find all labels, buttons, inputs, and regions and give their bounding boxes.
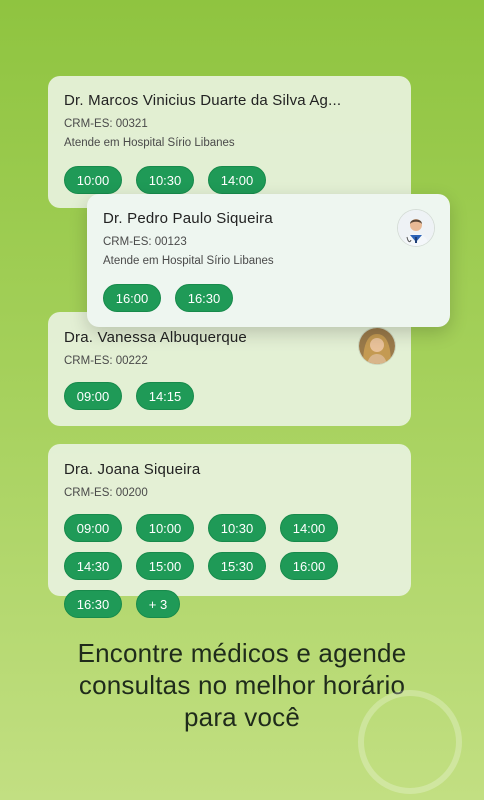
doctor-name: Dr. Marcos Vinicius Duarte da Silva Ag..…: [64, 92, 342, 109]
time-slot-button[interactable]: 15:30: [208, 552, 266, 580]
decorative-ring: [358, 690, 462, 794]
time-slots: 16:00 16:30: [103, 284, 233, 312]
doctor-card[interactable]: Dra. Vanessa Albuquerque CRM-ES: 00222 0…: [48, 312, 411, 426]
time-slot-button[interactable]: 10:30: [136, 166, 194, 194]
time-slot-button[interactable]: 16:00: [103, 284, 161, 312]
doctor-crm: CRM-ES: 00123: [103, 236, 187, 248]
time-slot-button[interactable]: 09:00: [64, 514, 122, 542]
doctor-name: Dra. Joana Siqueira: [64, 461, 201, 478]
time-slots: 09:00 10:00 10:30 14:00 14:30 15:00 15:3…: [64, 514, 404, 618]
time-slot-button[interactable]: 16:30: [175, 284, 233, 312]
more-slots-button[interactable]: + 3: [136, 590, 180, 618]
doctor-card[interactable]: Dra. Joana Siqueira CRM-ES: 00200 09:00 …: [48, 444, 411, 618]
time-slot-button[interactable]: 15:00: [136, 552, 194, 580]
doctor-card[interactable]: Dr. Marcos Vinicius Duarte da Silva Ag..…: [48, 76, 411, 208]
time-slot-button[interactable]: 14:00: [280, 514, 338, 542]
doctor-avatar: [398, 210, 434, 246]
doctor-crm: CRM-ES: 00222: [64, 355, 148, 367]
tagline-line: Encontre médicos e agende: [77, 638, 407, 668]
time-slot-button[interactable]: 14:15: [136, 382, 194, 410]
time-slot-button[interactable]: 14:30: [64, 552, 122, 580]
doctor-crm: CRM-ES: 00200: [64, 487, 148, 499]
time-slot-button[interactable]: 10:30: [208, 514, 266, 542]
time-slots: 10:00 10:30 14:00: [64, 166, 266, 194]
doctor-name: Dra. Vanessa Albuquerque: [64, 329, 247, 346]
time-slot-button[interactable]: 10:00: [64, 166, 122, 194]
doctor-name: Dr. Pedro Paulo Siqueira: [103, 210, 273, 227]
time-slot-button[interactable]: 16:00: [280, 552, 338, 580]
doctor-hospital: Atende em Hospital Sírio Libanes: [103, 255, 274, 267]
time-slot-button[interactable]: 10:00: [136, 514, 194, 542]
doctor-crm: CRM-ES: 00321: [64, 118, 148, 130]
time-slot-button[interactable]: 14:00: [208, 166, 266, 194]
doctor-card[interactable]: Dr. Pedro Paulo Siqueira CRM-ES: 00123 A…: [87, 194, 450, 327]
time-slots: 09:00 14:15: [64, 382, 194, 410]
doctor-hospital: Atende em Hospital Sírio Libanes: [64, 137, 235, 149]
doctor-avatar: [359, 328, 395, 364]
time-slot-button[interactable]: 09:00: [64, 382, 122, 410]
time-slot-button[interactable]: 16:30: [64, 590, 122, 618]
